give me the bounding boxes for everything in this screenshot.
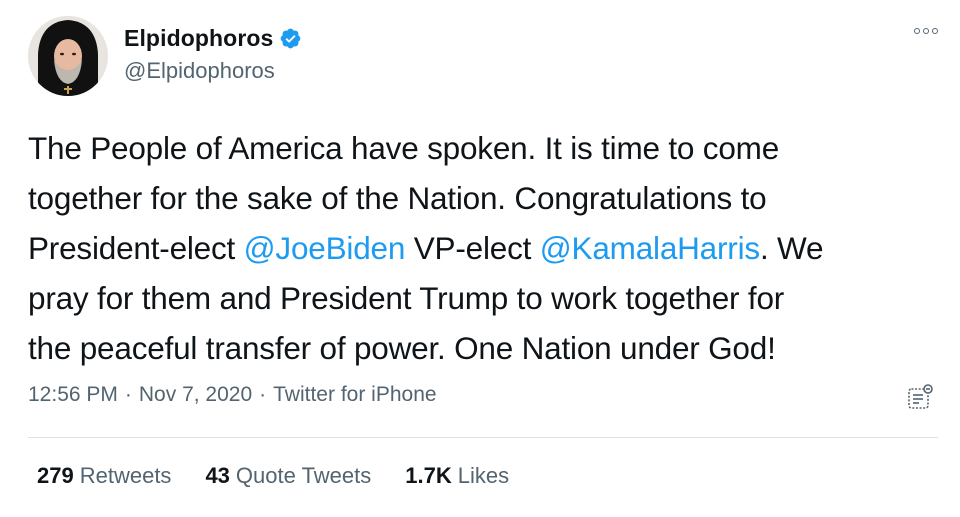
tweet-card: Elpidophoros @Elpidophoros The People of…	[0, 0, 960, 517]
meta-separator: ·	[259, 383, 267, 406]
tweet-text-line: the peaceful transfer of power. One Nati…	[28, 323, 928, 373]
tweet-metadata: 12:56 PM · Nov 7, 2020 · Twitter for iPh…	[28, 383, 437, 407]
tweet-text-segment: VP-elect	[405, 230, 540, 266]
likes-label: Likes	[457, 463, 510, 488]
tweet-text-segment: together for the sake of the Nation. Con…	[28, 180, 767, 216]
tweet-text-line: together for the sake of the Nation. Con…	[28, 173, 928, 223]
tweet-source[interactable]: Twitter for iPhone	[273, 383, 436, 407]
likes-count: 1.7K	[405, 463, 452, 488]
tweet-text: The People of America have spoken. It is…	[28, 123, 928, 373]
mention-link[interactable]: @JoeBiden	[244, 230, 406, 266]
divider	[28, 437, 938, 438]
tweet-analytics-icon[interactable]	[905, 382, 935, 412]
engagement-stats: 279 Retweets 43 Quote Tweets 1.7K Likes	[37, 463, 509, 489]
tweet-text-line: The People of America have spoken. It is…	[28, 123, 928, 173]
tweet-text-segment: the peaceful transfer of power. One Nati…	[28, 330, 776, 366]
quote-tweets-stat[interactable]: 43 Quote Tweets	[205, 463, 371, 489]
likes-stat[interactable]: 1.7K Likes	[405, 463, 509, 489]
author-handle[interactable]: @Elpidophoros	[124, 58, 275, 84]
tweet-text-segment: pray for them and President Trump to wor…	[28, 280, 785, 316]
quote-tweets-label: Quote Tweets	[235, 463, 372, 488]
tweet-text-line: President-elect @JoeBiden VP-elect @Kama…	[28, 223, 928, 273]
tweet-date[interactable]: Nov 7, 2020	[139, 383, 252, 407]
tweet-text-segment: . We	[759, 230, 824, 266]
tweet-text-segment: President-elect	[28, 230, 244, 266]
retweets-label: Retweets	[79, 463, 172, 488]
tweet-text-line: pray for them and President Trump to wor…	[28, 273, 928, 323]
retweets-stat[interactable]: 279 Retweets	[37, 463, 171, 489]
mention-link[interactable]: @KamalaHarris	[540, 230, 760, 266]
verified-badge-icon	[279, 27, 302, 50]
author-name-row: Elpidophoros	[124, 25, 302, 52]
meta-separator: ·	[124, 383, 132, 406]
more-options-icon[interactable]	[914, 28, 938, 34]
quote-tweets-count: 43	[205, 463, 230, 488]
tweet-time[interactable]: 12:56 PM	[28, 383, 118, 407]
display-name[interactable]: Elpidophoros	[124, 25, 273, 52]
retweets-count: 279	[37, 463, 74, 488]
tweet-text-segment: The People of America have spoken. It is…	[28, 130, 780, 166]
avatar[interactable]	[28, 16, 108, 96]
